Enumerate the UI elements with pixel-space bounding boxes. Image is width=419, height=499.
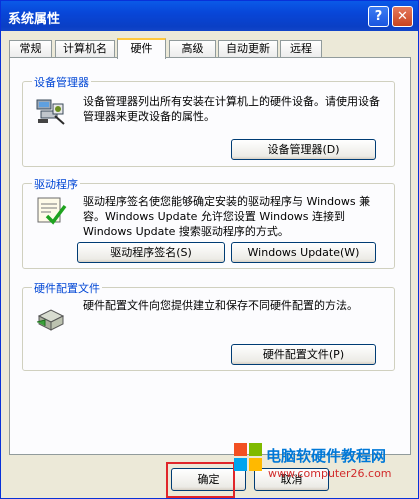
window-title: 系统属性	[8, 12, 61, 27]
watermark: 电脑软硬件教程网 www.computer26.com	[234, 441, 418, 498]
help-button[interactable]: ?	[368, 6, 389, 27]
tab-remote[interactable]: 远程	[280, 40, 322, 57]
system-properties-window: 系统属性 ? ✕ 常规 计算机名 硬件 高级 自动更新 远程 设备管理器 设备管…	[0, 0, 419, 499]
hardware-profiles-button[interactable]: 硬件配置文件(P)	[231, 344, 376, 365]
hardware-profiles-description: 硬件配置文件向您提供建立和保存不同硬件配置的方法。	[83, 299, 358, 312]
hardware-profiles-group-title: 硬件配置文件	[32, 280, 102, 296]
title-bar[interactable]: 系统属性 ? ✕	[1, 1, 418, 31]
device-manager-icon	[35, 94, 67, 126]
drivers-description: 驱动程序签名使您能够确定安装的驱动程序与 Windows 兼容。Windows …	[83, 195, 371, 238]
driver-signing-button[interactable]: 驱动程序签名(S)	[77, 242, 225, 263]
tab-advanced[interactable]: 高级	[169, 40, 216, 57]
hardware-profile-icon	[35, 302, 67, 334]
device-manager-group-title: 设备管理器	[32, 74, 91, 90]
drivers-group-title: 驱动程序	[32, 176, 80, 192]
drivers-group: 驱动程序 驱动程序签名使您能够确定安装的驱动程序与 Windows 兼容。Win…	[22, 176, 395, 269]
hardware-profiles-group: 硬件配置文件 硬件配置文件向您提供建立和保存不同硬件配置的方法。 硬件配置文件(…	[22, 280, 395, 371]
windows-logo-icon	[234, 443, 262, 471]
tab-hardware[interactable]: 硬件	[117, 38, 166, 59]
close-button[interactable]: ✕	[392, 6, 413, 27]
device-manager-group: 设备管理器 设备管理器列出所有安装在计算机上的硬件设备。请使用设备管理器来更改设…	[22, 74, 395, 167]
windows-update-button[interactable]: Windows Update(W)	[231, 242, 376, 263]
ok-button-highlight	[166, 462, 235, 498]
watermark-url: www.computer26.com	[268, 467, 392, 480]
tab-general[interactable]: 常规	[9, 40, 52, 57]
tab-computer-name[interactable]: 计算机名	[55, 40, 115, 57]
device-manager-button[interactable]: 设备管理器(D)	[231, 139, 376, 160]
driver-signing-icon	[35, 194, 67, 226]
tab-automatic-updates[interactable]: 自动更新	[218, 40, 278, 57]
device-manager-description: 设备管理器列出所有安装在计算机上的硬件设备。请使用设备管理器来更改设备的属性。	[83, 95, 380, 123]
watermark-title: 电脑软硬件教程网	[266, 447, 387, 465]
